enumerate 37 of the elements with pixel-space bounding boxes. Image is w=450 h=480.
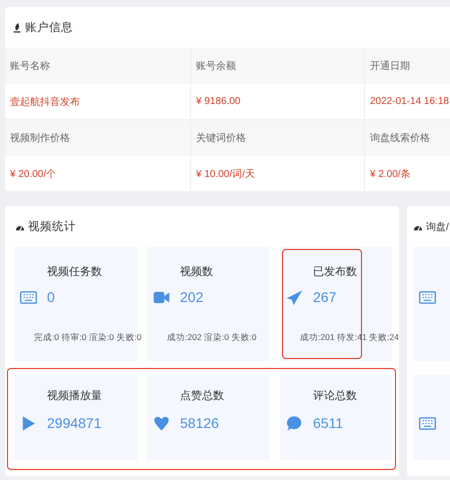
column-label: 询盘线索价格 (370, 132, 430, 145)
stat-value: 2994871 (46, 415, 103, 431)
stat-value: 202 (179, 289, 204, 305)
column-label: 账号名称 (10, 60, 50, 73)
heart-icon (153, 414, 170, 432)
stat-label: 评论总数 (312, 389, 358, 403)
pen-icon (12, 22, 22, 32)
value-text: ¥ 2.00/条 (370, 168, 411, 180)
panel-title: 账户信息 (25, 20, 73, 35)
play-icon (20, 414, 37, 432)
stat-details: 成功:202 渲染:0 失败:0 (167, 332, 256, 344)
column-label: 关键词价格 (196, 132, 246, 145)
speech-bubble-icon (286, 414, 303, 432)
value-text: ¥ 10.00/词/天 (196, 168, 255, 180)
panel-title: 视频统计 (28, 220, 76, 234)
stat-value: 0 (46, 289, 56, 305)
value-text: 2022-01-14 16:18 (370, 96, 449, 107)
value-text: 壹起航抖音发布 (10, 96, 80, 108)
paper-plane-icon (286, 288, 303, 306)
column-label: 视频制作价格 (10, 132, 70, 145)
stat-details: 完成:0 待审:0 渲染:0 失败:0 (34, 332, 142, 344)
value-text: ¥ 20.00/个 (10, 168, 56, 180)
keyboard-icon (419, 414, 436, 432)
stat-value: 58126 (179, 415, 220, 431)
stat-value: 267 (312, 289, 338, 305)
column-label: 开通日期 (370, 60, 410, 73)
keyboard-icon (419, 288, 436, 306)
value-text: ¥ 9186.00 (196, 96, 240, 107)
stat-label: 视频任务数 (46, 265, 103, 279)
stat-label: 点赞总数 (179, 388, 225, 403)
stat-label: 视频播放量 (46, 389, 103, 403)
panel-title: 询盘/ (426, 220, 449, 234)
stat-value: 6511 (312, 415, 344, 431)
keyboard-icon (20, 288, 37, 306)
stat-label: 已发布数 (312, 265, 358, 279)
stat-label: 视频数 (179, 265, 214, 279)
column-label: 账号余额 (196, 60, 236, 73)
